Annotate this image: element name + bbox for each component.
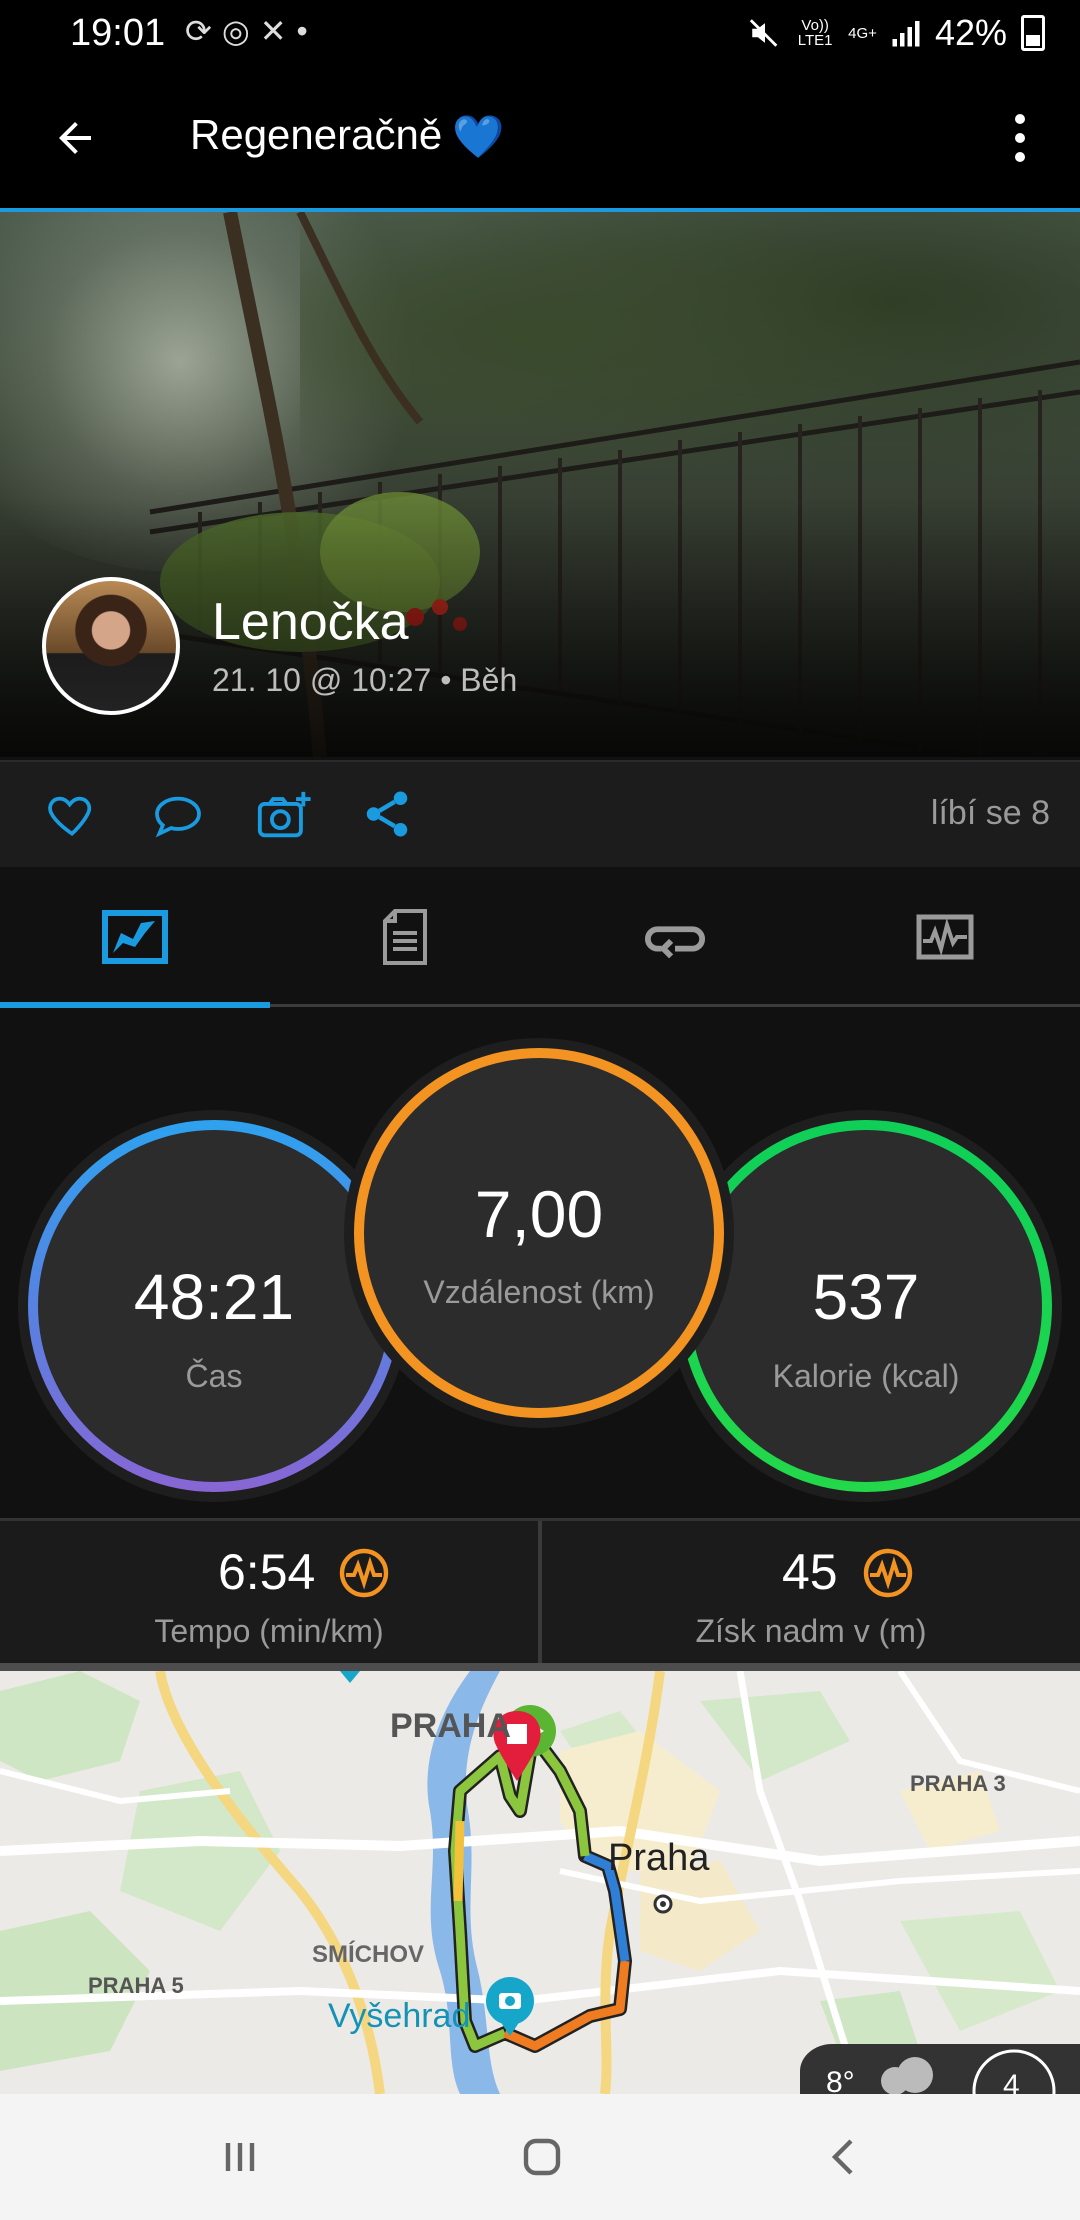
more-dot-icon xyxy=(1015,133,1025,143)
map-label-praha-top: PRAHA xyxy=(390,1707,511,1745)
calories-ring[interactable]: 537 Kalorie (kcal) xyxy=(680,1120,1052,1492)
weather-temp: 8° xyxy=(826,2066,855,2094)
heart-outline-icon xyxy=(48,796,92,837)
map-canvas xyxy=(0,1671,1080,2094)
app-bar: Regeneračně 💙 xyxy=(0,63,1080,210)
share-icon xyxy=(366,791,408,837)
tab-divider xyxy=(270,1004,1080,1007)
map-label-praha-5: PRAHA 5 xyxy=(88,1973,184,1998)
chevron-left-icon xyxy=(831,2139,853,2175)
time-value: 48:21 xyxy=(133,1261,295,1333)
elevation-metric[interactable]: 45 Získ nadm v (m) xyxy=(542,1521,1080,1666)
dot-icon: • xyxy=(296,13,318,49)
back-button[interactable] xyxy=(40,103,110,173)
elevation-label: Získ nadm v (m) xyxy=(695,1613,927,1649)
distance-ring[interactable]: 7,00 Vzdálenost (km) xyxy=(354,1048,724,1418)
loop-icon xyxy=(644,926,706,959)
arrow-left-icon xyxy=(59,122,91,154)
mute-icon xyxy=(749,19,778,47)
home-icon xyxy=(523,2138,561,2176)
page-title: Regeneračně 💙 xyxy=(190,111,504,162)
pace-label: Tempo (min/km) xyxy=(154,1613,384,1649)
more-dot-icon xyxy=(1015,114,1025,124)
home-button[interactable] xyxy=(512,2127,572,2187)
add-photo-button[interactable] xyxy=(255,787,311,843)
stats-summary: 48:21 Čas 537 Kalorie (kcal) 7,00 Vzdále… xyxy=(0,1008,1080,1518)
system-back-button[interactable] xyxy=(815,2127,875,2187)
map-label-smichov: SMÍCHOV xyxy=(312,1941,425,1968)
battery-percent: 42% xyxy=(934,12,1007,53)
recents-icon xyxy=(225,2143,255,2171)
calories-value: 537 xyxy=(812,1261,920,1333)
signal-icon xyxy=(892,21,920,47)
tab-details[interactable] xyxy=(270,867,540,1007)
likes-count[interactable]: líbí se 8 xyxy=(931,794,1050,833)
camera-add-icon xyxy=(257,791,311,838)
map-label-vysehrad: Vyšehrad xyxy=(328,1997,471,2035)
user-name[interactable]: Lenočka xyxy=(212,592,409,652)
pulse-icon xyxy=(863,1548,913,1598)
comment-icon xyxy=(155,796,201,838)
title-text: Regeneračně xyxy=(190,111,443,158)
under-armour-icon: ✕ xyxy=(259,13,297,49)
secondary-metrics: 6:54 Tempo (min/km) 45 Získ nadm v (m) xyxy=(0,1518,1080,1666)
tab-overview[interactable] xyxy=(0,867,270,1007)
distance-label: Vzdálenost (km) xyxy=(423,1274,655,1310)
system-nav-bar xyxy=(0,2094,1080,2220)
calories-label: Kalorie (kcal) xyxy=(772,1358,960,1394)
sync-icon: ⟳ xyxy=(185,13,222,49)
battery-icon xyxy=(1021,15,1045,51)
activity-meta: 21. 10 @ 10:27 • Běh xyxy=(212,662,518,698)
pulse-icon xyxy=(339,1548,389,1598)
metrics-divider xyxy=(0,1663,1080,1671)
elevation-value: 45 xyxy=(782,1544,838,1600)
tab-laps[interactable] xyxy=(540,867,810,1007)
blue-heart-icon: 💙 xyxy=(452,113,505,161)
instagram-icon: ◎ xyxy=(221,13,260,49)
pace-metric[interactable]: 6:54 Tempo (min/km) xyxy=(0,1521,538,1666)
more-options-button[interactable] xyxy=(1000,108,1040,168)
recent-apps-button[interactable] xyxy=(210,2127,270,2187)
map-overview-icon xyxy=(102,910,168,964)
chart-icon xyxy=(916,914,974,960)
map-label-praha-3: PRAHA 3 xyxy=(910,1771,1006,1796)
route-map[interactable]: PRAHA Praha PRAHA 3 PRAHA 5 SMÍCHOV Vyše… xyxy=(0,1671,1080,2094)
tab-charts[interactable] xyxy=(810,867,1080,1007)
avatar[interactable] xyxy=(42,577,180,715)
status-system-icons: Vo)) LTE1 4G+ 42% xyxy=(748,12,1045,54)
status-time: 19:01 xyxy=(70,12,166,54)
comment-button[interactable] xyxy=(150,787,206,843)
share-button[interactable] xyxy=(360,787,416,843)
like-button[interactable] xyxy=(44,787,100,843)
weather-badge: 4 xyxy=(1003,2069,1020,2094)
distance-value: 7,00 xyxy=(474,1177,604,1251)
map-label-praha: Praha xyxy=(608,1837,710,1879)
status-notification-icons: ⟳◎✕• xyxy=(185,12,318,50)
more-dot-icon xyxy=(1015,152,1025,162)
tab-bar xyxy=(0,867,1080,1007)
4g-icon: 4G+ xyxy=(848,24,877,42)
pace-value: 6:54 xyxy=(218,1544,316,1600)
time-label: Čas xyxy=(185,1358,243,1394)
activity-photo[interactable]: Lenočka 21. 10 @ 10:27 • Běh xyxy=(0,212,1080,757)
volte-icon: Vo)) LTE1 xyxy=(797,17,833,49)
time-ring[interactable]: 48:21 Čas xyxy=(28,1120,400,1492)
action-row: líbí se 8 xyxy=(0,760,1080,869)
status-bar: 19:01 ⟳◎✕• Vo)) LTE1 4G+ 42% xyxy=(0,0,1080,63)
document-icon xyxy=(383,909,427,965)
